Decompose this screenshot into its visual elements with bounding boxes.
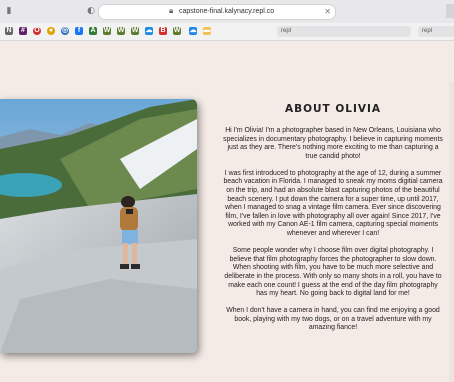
- close-icon[interactable]: ✕: [324, 6, 331, 18]
- sidebar-toggle-icon[interactable]: ▮: [4, 6, 14, 16]
- cloud-icon[interactable]: ☁: [189, 27, 197, 35]
- tab-repl[interactable]: repl: [418, 26, 454, 37]
- page-body: ABOUT OLIVIA Hi I'm Olivia! I'm a photog…: [0, 41, 454, 382]
- lock-icon: 🔒︎: [169, 6, 174, 15]
- slack-icon[interactable]: #: [19, 27, 27, 35]
- shield-icon[interactable]: ◐: [86, 6, 96, 16]
- about-paragraph: When I don't have a camera in hand, you …: [226, 307, 440, 332]
- wordpress-icon[interactable]: W: [103, 27, 111, 35]
- opera-icon[interactable]: O: [33, 27, 41, 35]
- about-title: ABOUT OLIVIA: [284, 103, 382, 115]
- globe-icon[interactable]: ◎: [61, 27, 69, 35]
- tab-label: repl: [422, 28, 433, 34]
- olivia-photo: [0, 99, 197, 353]
- tab-repl[interactable]: repl: [277, 26, 411, 37]
- bookmark-icon[interactable]: A: [89, 27, 97, 35]
- scrollbar[interactable]: [449, 82, 454, 382]
- wordpress-icon[interactable]: W: [131, 27, 139, 35]
- about-paragraph: Some people wonder why I choose film ove…: [224, 247, 442, 298]
- window-edge: [446, 4, 454, 18]
- chrome-icon[interactable]: ●: [47, 27, 55, 35]
- browser-toolbar: ▮ ◐ 🔒︎ capstone-final.kalynacy.repl.co ✕: [0, 0, 454, 24]
- wordpress-icon[interactable]: W: [117, 27, 125, 35]
- address-bar[interactable]: 🔒︎ capstone-final.kalynacy.repl.co ✕: [98, 4, 336, 20]
- wordpress-icon[interactable]: W: [173, 27, 181, 35]
- tab-label: repl: [281, 28, 292, 34]
- mountain-photo-image: [0, 99, 197, 353]
- about-paragraph: I was first introduced to photography at…: [223, 169, 443, 238]
- about-paragraph: Hi I'm Olivia! I'm a photographer based …: [223, 127, 443, 160]
- bookmarks-bar: N # O ● ◎ f A W W W ☁ B W ☁ ▬ repl repl: [0, 23, 454, 41]
- about-section: ABOUT OLIVIA Hi I'm Olivia! I'm a photog…: [222, 99, 444, 341]
- notion-icon[interactable]: N: [5, 27, 13, 35]
- folder-icon[interactable]: ▬: [203, 27, 211, 35]
- facebook-icon[interactable]: f: [75, 27, 83, 35]
- url-text[interactable]: capstone-final.kalynacy.repl.co: [179, 6, 274, 18]
- bookmark-icon[interactable]: B: [159, 27, 167, 35]
- cloud-icon[interactable]: ☁: [145, 27, 153, 35]
